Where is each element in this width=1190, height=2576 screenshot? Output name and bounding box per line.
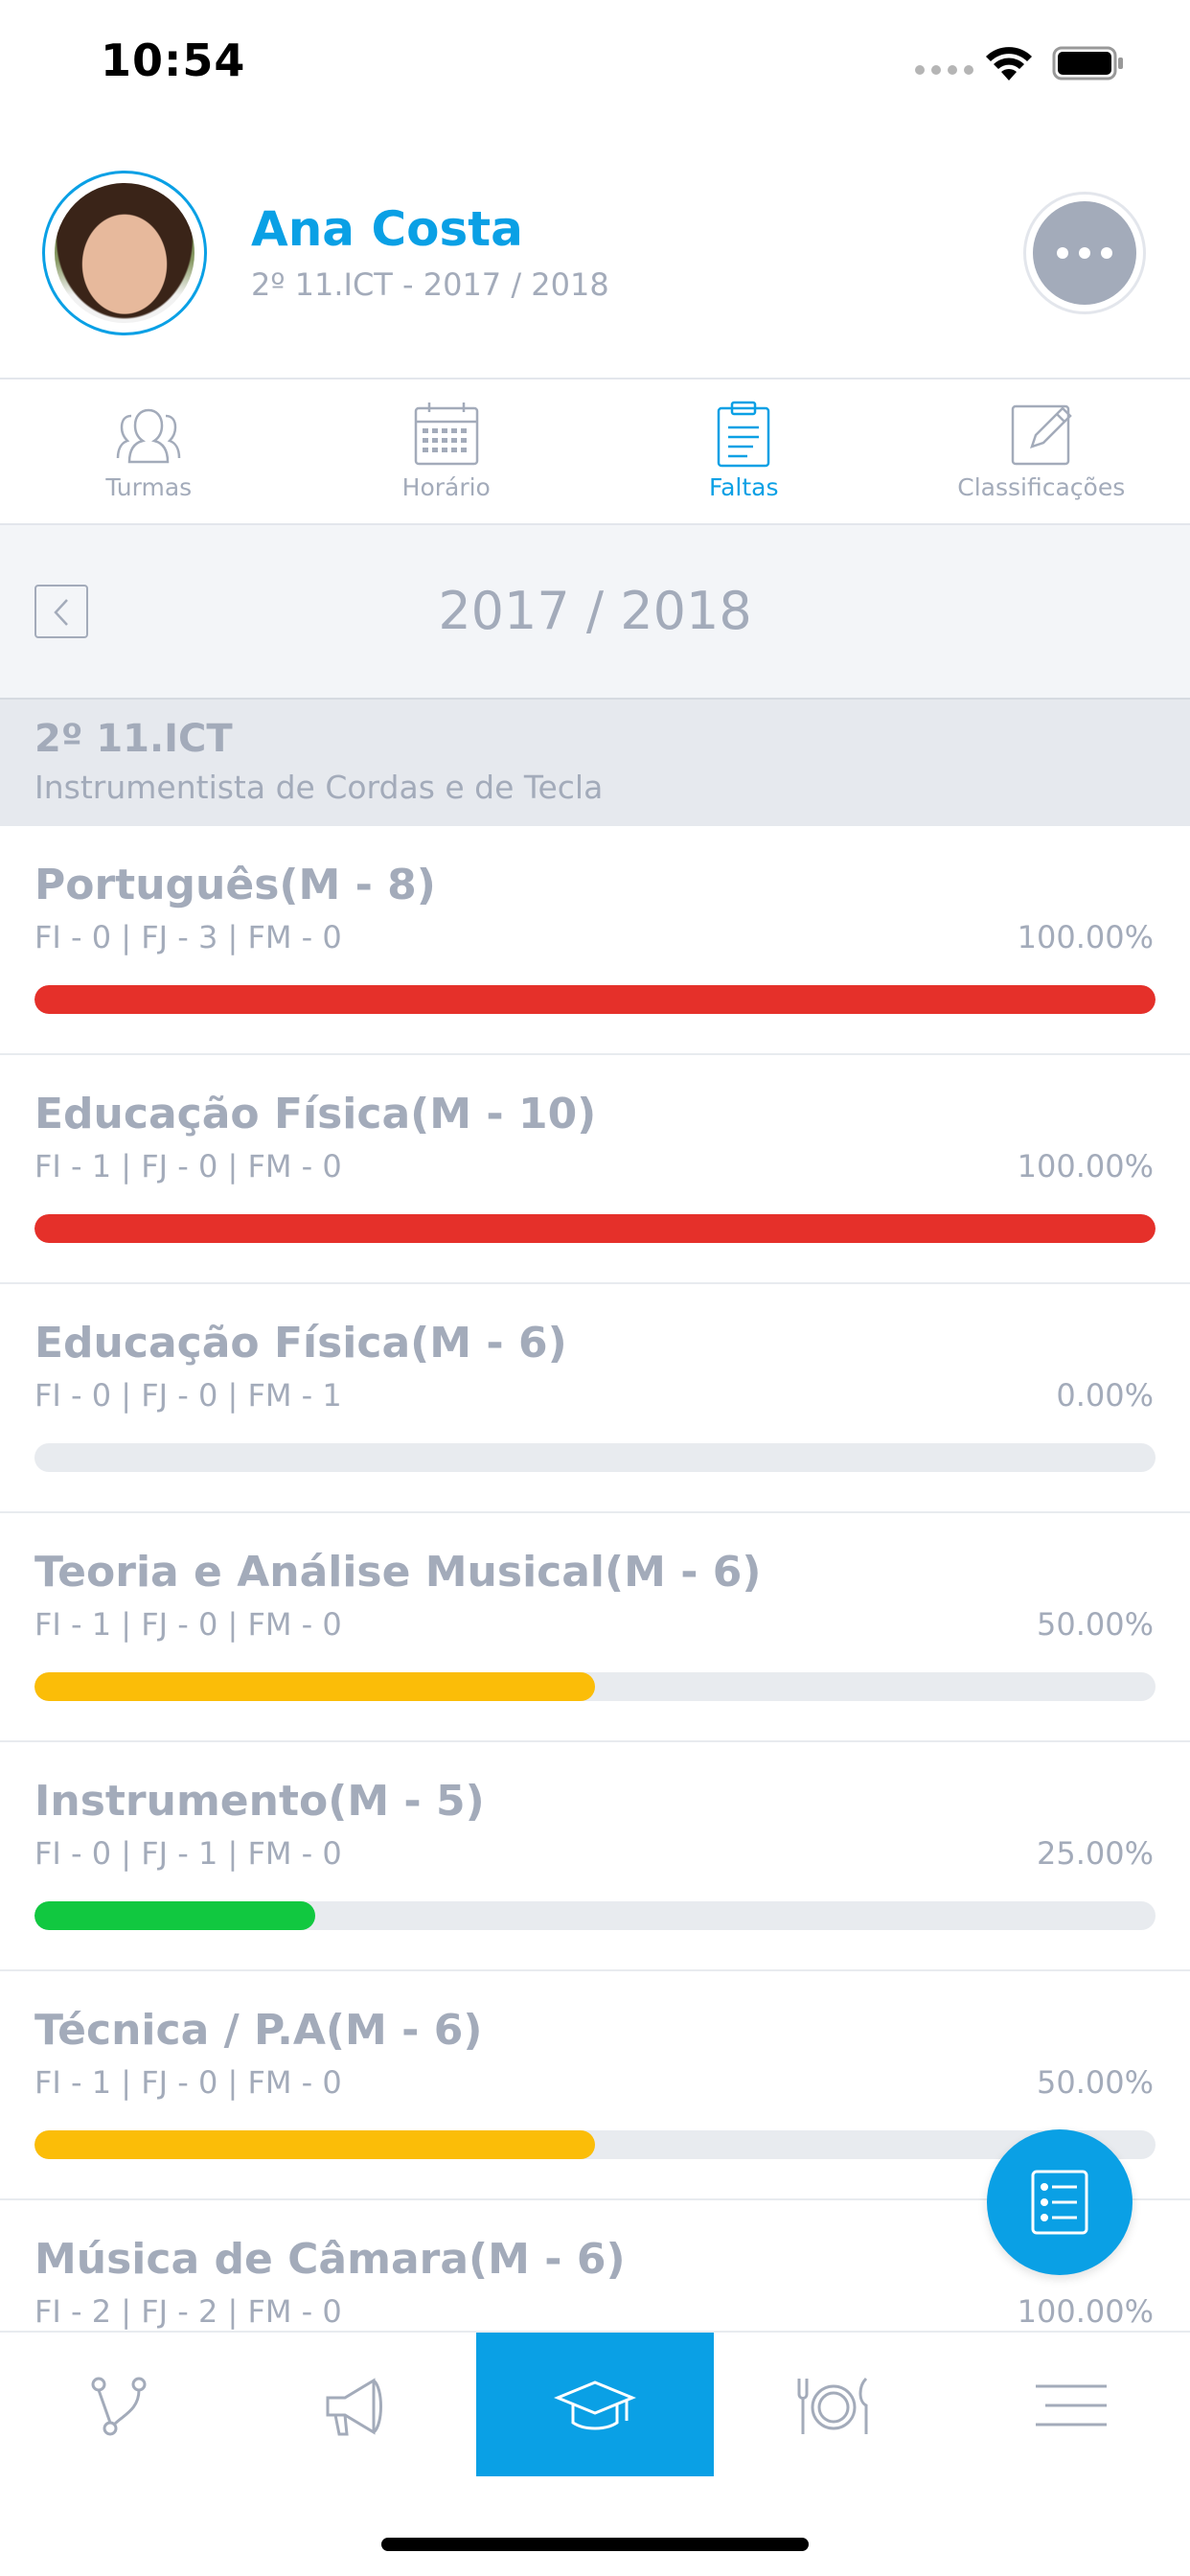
nav-school[interactable] [475, 2333, 715, 2476]
clipboard-icon [718, 401, 770, 468]
absence-percent: 100.00% [1017, 919, 1154, 955]
tab-label: Turmas [105, 473, 193, 501]
absence-counts: FI - 1 | FJ - 0 | FM - 0 [34, 1606, 342, 1643]
people-icon [117, 408, 181, 464]
progress-fill [34, 2130, 595, 2159]
nav-menu[interactable] [952, 2333, 1190, 2476]
progress-track [34, 1672, 1156, 1701]
dining-icon [797, 2377, 868, 2434]
nav-branch[interactable] [0, 2333, 238, 2476]
progress-fill [34, 985, 1156, 1014]
class-header: 2º 11.ICT Instrumentista de Cordas e de … [0, 698, 1190, 826]
battery-icon [1052, 46, 1123, 80]
year-selector: 2017 / 2018 [0, 523, 1190, 698]
absence-counts: FI - 0 | FJ - 1 | FM - 0 [34, 1835, 342, 1872]
subject-item[interactable]: Português(M - 8) FI - 0 | FJ - 3 | FM - … [0, 826, 1190, 1055]
progress-fill [34, 1672, 595, 1701]
subject-item[interactable]: Educação Física(M - 6) FI - 0 | FJ - 0 |… [0, 1284, 1190, 1513]
absence-percent: 50.00% [1036, 2064, 1154, 2101]
progress-fill [34, 1901, 315, 1930]
subject-item[interactable]: Instrumento(M - 5) FI - 0 | FJ - 1 | FM … [0, 1742, 1190, 1971]
tab-faltas[interactable]: Faltas [595, 380, 893, 523]
absence-percent: 100.00% [1017, 1148, 1154, 1184]
menu-icon [1035, 2384, 1107, 2426]
absence-counts: FI - 0 | FJ - 0 | FM - 1 [34, 1377, 342, 1414]
tab-label: Faltas [709, 473, 779, 501]
avatar[interactable] [42, 171, 207, 335]
top-tabs: Turmas Horário Faltas Classificações [0, 380, 1190, 523]
branch-icon [91, 2377, 147, 2436]
home-indicator[interactable] [381, 2538, 809, 2551]
subject-title: Educação Física(M - 10) [34, 1090, 597, 1138]
profile-header: Ana Costa 2º 11.ICT - 2017 / 2018 [0, 163, 1190, 379]
subject-item[interactable]: Teoria e Análise Musical(M - 6) FI - 1 |… [0, 1513, 1190, 1742]
tab-label: Horário [401, 473, 491, 501]
more-icon [1033, 201, 1136, 305]
status-time: 10:54 [101, 34, 246, 86]
subject-title: Teoria e Análise Musical(M - 6) [34, 1548, 762, 1597]
absence-counts: FI - 0 | FJ - 3 | FM - 0 [34, 919, 342, 955]
megaphone-icon [326, 2378, 382, 2436]
progress-track [34, 1214, 1156, 1243]
list-view-button[interactable] [987, 2129, 1133, 2275]
class-code: 2º 11.ICT [34, 717, 233, 761]
tab-horario[interactable]: Horário [298, 380, 596, 523]
year-label: 2017 / 2018 [438, 581, 752, 641]
absence-percent: 0.00% [1056, 1377, 1154, 1414]
avatar-photo [55, 183, 195, 323]
subject-title: Técnica / P.A(M - 6) [34, 2006, 483, 2055]
subject-title: Instrumento(M - 5) [34, 1777, 485, 1826]
tab-turmas[interactable]: Turmas [0, 380, 298, 523]
progress-fill [34, 1214, 1156, 1243]
subject-title: Música de Câmara(M - 6) [34, 2235, 626, 2284]
subject-item[interactable]: Educação Física(M - 10) FI - 1 | FJ - 0 … [0, 1055, 1190, 1284]
subject-title: Português(M - 8) [34, 861, 436, 909]
profile-subtitle: 2º 11.ICT - 2017 / 2018 [251, 266, 609, 303]
class-name: Instrumentista de Cordas e de Tecla [34, 769, 604, 806]
progress-track [34, 2130, 1156, 2159]
calendar-icon [414, 402, 478, 466]
absence-percent: 50.00% [1036, 1606, 1154, 1643]
progress-track [34, 1443, 1156, 1472]
subject-title: Educação Física(M - 6) [34, 1319, 567, 1368]
edit-icon [1011, 404, 1072, 466]
tab-label: Classificações [957, 473, 1126, 501]
graduation-cap-icon [554, 2380, 636, 2430]
absence-percent: 100.00% [1017, 2293, 1154, 2330]
nav-dining[interactable] [714, 2333, 951, 2476]
profile-name: Ana Costa [251, 201, 523, 257]
signal-icon [915, 65, 973, 75]
absence-counts: FI - 1 | FJ - 0 | FM - 0 [34, 2064, 342, 2101]
progress-track [34, 985, 1156, 1014]
absence-counts: FI - 1 | FJ - 0 | FM - 0 [34, 1148, 342, 1184]
status-bar: 10:54 [0, 0, 1190, 125]
nav-announcements[interactable] [238, 2333, 475, 2476]
wifi-icon [986, 47, 1032, 80]
list-icon [1031, 2170, 1088, 2235]
more-options-button[interactable] [1023, 192, 1146, 314]
absence-percent: 25.00% [1036, 1835, 1154, 1872]
progress-track [34, 1901, 1156, 1930]
tab-classificacoes[interactable]: Classificações [893, 380, 1190, 523]
absence-counts: FI - 2 | FJ - 2 | FM - 0 [34, 2293, 342, 2330]
bottom-nav [0, 2331, 1190, 2476]
